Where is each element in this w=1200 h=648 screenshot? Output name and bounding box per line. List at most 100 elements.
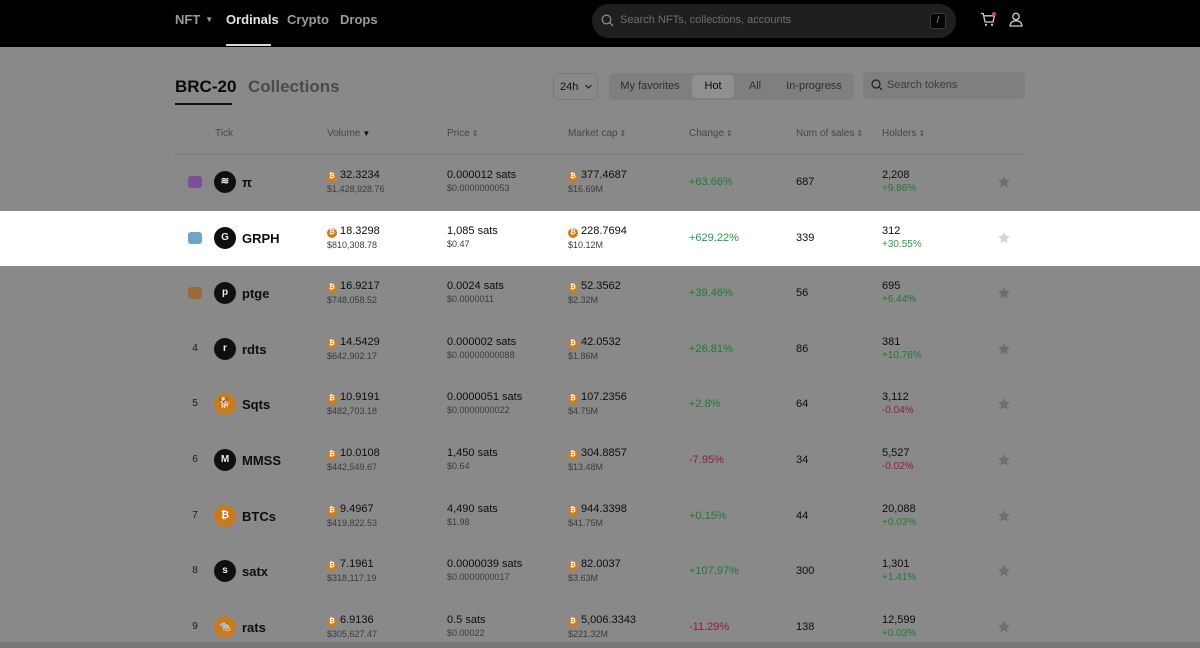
token-ticker[interactable]: satx — [242, 564, 268, 579]
market-cap-btc: 107.2356 — [581, 391, 627, 403]
star-icon[interactable] — [997, 286, 1011, 300]
table-row[interactable]: G GRPH ₿ 18.3298 $810,308.78 1,085 sats $… — [0, 211, 1200, 266]
star-icon[interactable] — [997, 564, 1011, 578]
filter-in-progress[interactable]: In-progress — [777, 75, 851, 98]
market-cap-usd: $2.32M — [568, 295, 599, 305]
holders-cell: 5,527 -0.02% — [882, 447, 914, 472]
holders-change: -0.04% — [882, 405, 914, 416]
star-icon[interactable] — [997, 509, 1011, 523]
btc-icon: ₿ — [327, 228, 337, 238]
table-row[interactable]: 5 🐕 Sqts ₿ 10.9191 $482,703.18 0.0000051 … — [0, 377, 1200, 432]
token-ticker[interactable]: π — [242, 175, 252, 190]
price-sats: 0.000012 sats — [447, 169, 517, 181]
table-row[interactable]: 8 s satx ₿ 7.1961 $318,117.19 0.0000039 s… — [0, 544, 1200, 599]
table-row[interactable]: 7 ₿ BTCs ₿ 9.4967 $419,822.53 4,490 sats … — [0, 489, 1200, 544]
col-holders[interactable]: Holders ⇕ — [882, 128, 925, 139]
nav-crypto[interactable]: Crypto — [287, 12, 329, 27]
star-icon[interactable] — [997, 342, 1011, 356]
btc-icon: ₿ — [568, 283, 578, 293]
search-icon — [871, 79, 883, 91]
market-cap-cell: ₿ 42.0532 $1.86M — [568, 336, 621, 361]
global-search-input[interactable]: Search NFTs, collections, accounts / — [592, 4, 956, 38]
sales-count: 64 — [796, 398, 809, 410]
sort-icon: ⇕ — [471, 129, 479, 138]
search-shortcut-key: / — [930, 13, 946, 29]
market-cap-cell: ₿ 944.3398 $41.75M — [568, 503, 627, 528]
btc-icon: ₿ — [327, 394, 337, 404]
col-volume-label: Volume — [327, 128, 361, 139]
volume-usd: $305,627.47 — [327, 629, 378, 639]
market-cap-btc: 5,006.3343 — [581, 614, 637, 626]
filter-hot[interactable]: Hot — [692, 75, 734, 98]
change-value: +629.22% — [689, 232, 739, 244]
token-search-input[interactable]: Search tokens — [863, 72, 1025, 99]
token-ticker[interactable]: BTCs — [242, 509, 276, 524]
filter-tabs: My favorites Hot All In-progress — [609, 73, 854, 100]
token-ticker[interactable]: rats — [242, 620, 266, 635]
btc-icon: ₿ — [327, 450, 337, 460]
volume-btc: 7.1961 — [340, 558, 374, 570]
holders-change: +6.44% — [882, 294, 917, 305]
volume-usd: $482,703.18 — [327, 406, 378, 416]
sort-icon: ⇕ — [726, 129, 733, 138]
table-row[interactable]: 9 🐀 rats ₿ 6.9136 $305,627.47 0.5 sats $0… — [0, 600, 1200, 648]
col-change[interactable]: Change ⇕ — [689, 128, 733, 139]
holders-change: +30.55% — [882, 239, 922, 250]
table-row[interactable]: 6 M MMSS ₿ 10.0108 $442,549.67 1,450 sats… — [0, 433, 1200, 488]
token-ticker[interactable]: GRPH — [242, 231, 280, 246]
filter-all[interactable]: All — [739, 75, 771, 98]
filter-my-favorites[interactable]: My favorites — [613, 75, 687, 98]
volume-usd: $442,549.67 — [327, 462, 378, 472]
holders-count: 312 — [882, 225, 901, 237]
tab-collections[interactable]: Collections — [248, 77, 340, 97]
col-sales[interactable]: Num of sales ⇕ — [796, 128, 863, 139]
tab-active-indicator — [175, 103, 232, 105]
star-icon[interactable] — [997, 231, 1011, 245]
change-value: +2.8% — [689, 398, 721, 410]
volume-btc: 10.0108 — [340, 447, 380, 459]
rank-number: 6 — [192, 454, 198, 465]
nav-ordinals[interactable]: Ordinals — [226, 12, 279, 27]
price-sats: 1,085 sats — [447, 225, 498, 237]
col-market-cap[interactable]: Market cap ⇕ — [568, 128, 626, 139]
market-cap-cell: ₿ 304.8857 $13.48M — [568, 447, 627, 472]
volume-usd: $419,822.53 — [327, 518, 378, 528]
sales-count: 138 — [796, 621, 815, 633]
period-dropdown[interactable]: 24h — [553, 73, 598, 100]
token-logo-icon: ≋ — [214, 171, 236, 193]
star-icon[interactable] — [997, 453, 1011, 467]
col-price[interactable]: Price ⇕ — [447, 128, 479, 139]
price-sats: 0.0024 sats — [447, 280, 504, 292]
user-icon[interactable] — [1009, 12, 1023, 27]
volume-usd: $810,308.78 — [327, 240, 378, 250]
tab-brc20[interactable]: BRC-20 — [175, 77, 236, 97]
holders-count: 5,527 — [882, 447, 910, 459]
star-icon[interactable] — [997, 175, 1011, 189]
market-cap-btc: 944.3398 — [581, 503, 627, 515]
price-usd: $1.98 — [447, 517, 470, 527]
volume-btc: 14.5429 — [340, 336, 380, 348]
token-ticker[interactable]: ptge — [242, 286, 269, 301]
market-cap-usd: $1.86M — [568, 351, 599, 361]
volume-cell: ₿ 14.5429 $642,902.17 — [327, 336, 380, 361]
cart-icon[interactable] — [980, 12, 996, 27]
table-row[interactable]: ≋ π ₿ 32.3234 $1,428,928.76 0.000012 sats… — [0, 155, 1200, 210]
price-cell: 0.5 sats $0.00022 — [447, 614, 486, 638]
table-row[interactable]: 4 r rdts ₿ 14.5429 $642,902.17 0.000002 s… — [0, 322, 1200, 377]
token-ticker[interactable]: Sqts — [242, 397, 270, 412]
volume-btc: 10.9191 — [340, 391, 380, 403]
table-row[interactable]: p ptge ₿ 16.9217 $748,058.52 0.0024 sats … — [0, 266, 1200, 321]
volume-btc: 32.3234 — [340, 169, 380, 181]
star-icon[interactable] — [997, 397, 1011, 411]
nav-drops[interactable]: Drops — [340, 12, 378, 27]
nav-nft[interactable]: NFT ▼ — [175, 12, 213, 27]
token-ticker[interactable]: MMSS — [242, 453, 281, 468]
star-icon[interactable] — [997, 620, 1011, 634]
holders-count: 381 — [882, 336, 901, 348]
global-search-placeholder: Search NFTs, collections, accounts — [620, 14, 792, 26]
token-ticker[interactable]: rdts — [242, 342, 267, 357]
price-sats: 0.0000039 sats — [447, 558, 523, 570]
price-usd: $0.64 — [447, 461, 470, 471]
price-usd: $0.00000000088 — [447, 350, 515, 360]
col-volume[interactable]: Volume ▼ — [327, 128, 370, 139]
